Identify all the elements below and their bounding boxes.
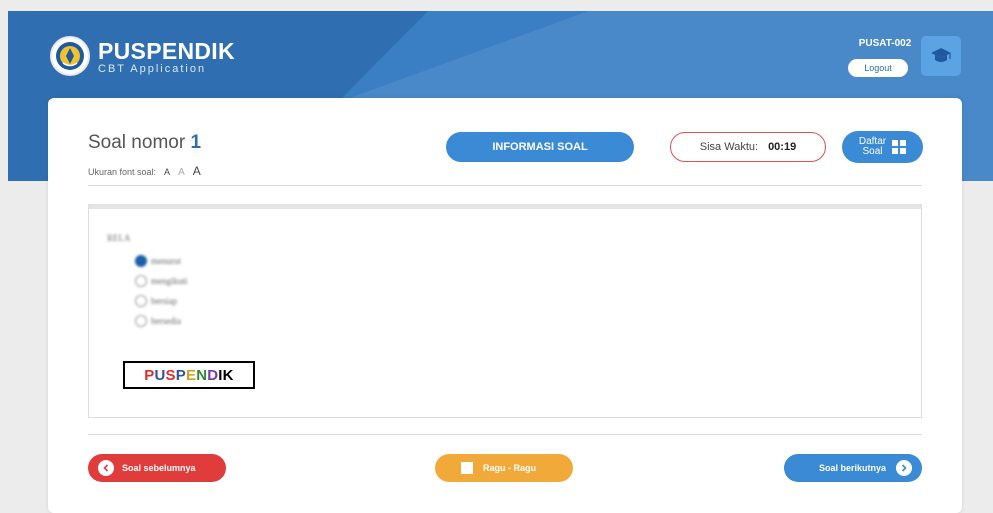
info-soal-button[interactable]: INFORMASI SOAL [446,132,634,162]
grid-icon [892,140,907,154]
prev-question-button[interactable]: Soal sebelumnya [88,454,226,482]
logo-letter: P [175,366,186,384]
logout-button[interactable]: Logout [848,59,908,77]
option-c[interactable]: bersiap [135,295,177,307]
chevron-left-icon [98,460,114,476]
next-label: Soal berikutnya [818,463,886,473]
radio-icon[interactable] [135,275,147,287]
option-text: mengikuti [151,276,188,286]
ragu-ragu-button[interactable]: Ragu - Ragu [435,454,573,482]
daftar-label-line2: Soal [862,146,883,157]
timer-value: 00:19 [768,141,797,153]
option-text: menurut [151,256,181,266]
daftar-soal-label: Daftar Soal [859,137,886,157]
font-size-large[interactable]: A [193,164,201,178]
radio-icon[interactable] [135,315,147,327]
ragu-label: Ragu - Ragu [483,463,536,473]
title-prefix: Soal nomor [88,132,186,153]
radio-checked-icon[interactable] [135,255,147,267]
option-text: bersiap [151,296,177,306]
question-number: 1 [190,132,202,153]
timer-badge: Sisa Waktu: 00:19 [670,132,826,162]
logo-letter: D [207,366,219,384]
kemendikbud-logo-icon [50,36,90,76]
option-text: bersedia [151,316,181,326]
logo-letter: S [165,366,176,384]
next-question-button[interactable]: Soal berikutnya [784,454,922,482]
chevron-right-icon [896,460,912,476]
logo-letter: N [196,366,208,384]
font-size-control: Ukuran font soal: A A A [88,164,201,178]
puspendik-logo: PUSPENDIK [123,361,255,389]
divider [88,434,922,435]
daftar-soal-button[interactable]: Daftar Soal [842,131,923,163]
option-a[interactable]: menurut [135,255,181,267]
graduation-cap-button[interactable] [921,36,961,76]
font-size-label: Ukuran font soal: [88,167,157,177]
page-title: Soal nomor 1 [88,132,201,154]
timer-label: Sisa Waktu: [699,141,759,153]
logo-letter: P [144,366,155,384]
radio-icon[interactable] [135,295,147,307]
user-id: PUSAT-002 [858,38,912,49]
graduation-cap-icon [931,48,951,62]
logo-letter: K [222,366,234,384]
checkbox-icon[interactable] [461,462,473,474]
font-size-medium[interactable]: A [178,167,185,178]
brand-subtitle: CBT Application [98,63,207,75]
divider [88,185,922,186]
prev-label: Soal sebelumnya [122,463,196,473]
option-d[interactable]: bersedia [135,315,181,327]
option-b[interactable]: mengikuti [135,275,188,287]
brand-title: PUSPENDIK [98,38,235,64]
question-stem: RELA [107,233,131,243]
logo-letter: U [154,366,166,384]
exam-card: Soal nomor 1 Ukuran font soal: A A A INF… [48,98,962,513]
question-box: RELA menurut mengikuti bersiap bersedia … [88,204,922,418]
logo-letter: E [185,366,197,384]
font-size-small[interactable]: A [164,167,170,177]
